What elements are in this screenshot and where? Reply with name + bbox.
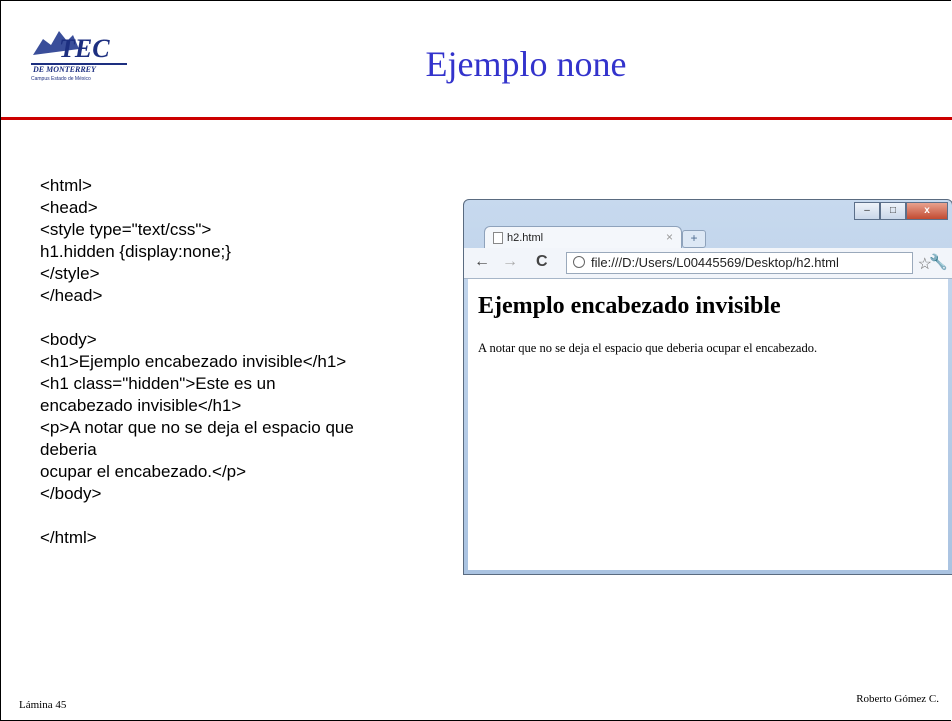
code-line: <html>: [40, 176, 92, 195]
code-line: </style>: [40, 264, 100, 283]
code-line: h1.hidden {display:none;}: [40, 242, 231, 261]
slide-author: Roberto Gómez C.: [856, 693, 939, 705]
browser-window: – □ x h2.html × + ← → C file:///D:/Users…: [463, 199, 952, 575]
new-tab-button[interactable]: +: [682, 230, 706, 248]
tab-close-icon[interactable]: ×: [666, 230, 673, 244]
minimize-button[interactable]: –: [854, 202, 880, 220]
code-line: </head>: [40, 286, 103, 305]
page-paragraph: A notar que no se deja el espacio que de…: [478, 341, 818, 355]
code-line: deberia: [40, 440, 97, 459]
address-bar[interactable]: file:///D:/Users/L00445569/Desktop/h2.ht…: [566, 252, 913, 274]
code-line: <h1>Ejemplo encabezado invisible</h1>: [40, 352, 347, 371]
window-controls: – □ x: [854, 202, 948, 220]
forward-icon[interactable]: →: [502, 253, 518, 271]
maximize-button[interactable]: □: [880, 202, 906, 220]
slide-number: Lámina 45: [19, 699, 67, 711]
title-rule: [1, 117, 952, 120]
code-line: <p>A notar que no se deja el espacio que: [40, 418, 354, 437]
code-line: <h1 class="hidden">Este es un: [40, 374, 276, 393]
reload-icon[interactable]: C: [536, 253, 548, 271]
page-icon: [493, 232, 503, 244]
slide: TEC DE MONTERREY Campus Estado de México…: [0, 0, 952, 721]
logo-main: TEC: [59, 34, 110, 63]
globe-icon: [573, 256, 585, 268]
back-icon[interactable]: ←: [474, 253, 490, 271]
code-line: </body>: [40, 484, 102, 503]
wrench-icon[interactable]: 🔧: [929, 253, 948, 271]
code-line: </html>: [40, 528, 97, 547]
browser-tab[interactable]: h2.html ×: [484, 226, 682, 249]
address-text: file:///D:/Users/L00445569/Desktop/h2.ht…: [591, 255, 839, 270]
code-line: <head>: [40, 198, 98, 217]
logo-line2: Campus Estado de México: [31, 76, 91, 82]
code-listing: <html> <head> <style type="text/css"> h1.hi…: [40, 175, 450, 549]
logo-line1: DE MONTERREY: [32, 65, 97, 74]
code-line: ocupar el encabezado.</p>: [40, 462, 247, 481]
tec-logo: TEC DE MONTERREY Campus Estado de México: [31, 31, 127, 82]
tab-title: h2.html: [507, 232, 544, 244]
code-line: encabezado invisible</h1>: [40, 396, 242, 415]
code-line: <body>: [40, 330, 97, 349]
slide-title: Ejemplo none: [425, 44, 627, 84]
page-heading: Ejemplo encabezado invisible: [478, 293, 781, 319]
browser-page: Ejemplo encabezado invisible A notar que…: [468, 279, 948, 570]
browser-toolbar: ← → C file:///D:/Users/L00445569/Desktop…: [464, 248, 952, 279]
code-line: <style type="text/css">: [40, 220, 212, 239]
close-button[interactable]: x: [906, 202, 948, 220]
